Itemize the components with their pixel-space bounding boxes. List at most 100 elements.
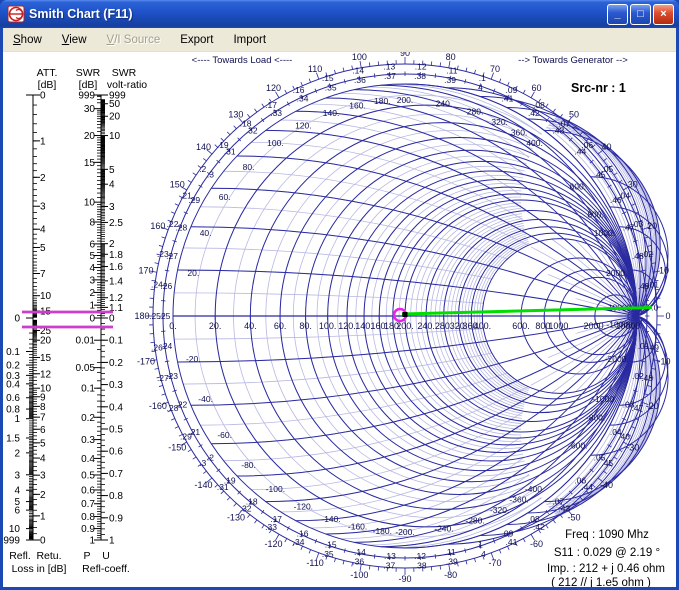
volt-title: SWR	[112, 67, 137, 79]
caption-retu: Retu.	[36, 550, 61, 562]
svg-text:1000.: 1000.	[548, 321, 571, 331]
svg-text:-120.: -120.	[294, 502, 313, 512]
svg-text:.44: .44	[574, 146, 586, 156]
window-title: Smith Chart (F11)	[29, 7, 133, 21]
svg-text:.47: .47	[623, 222, 635, 232]
svg-text:0.8: 0.8	[109, 491, 123, 502]
svg-text:1.8: 1.8	[109, 250, 123, 261]
svg-text:.3: .3	[199, 458, 206, 468]
svg-text:.13: .13	[384, 551, 396, 561]
svg-text:-90: -90	[398, 574, 411, 584]
svg-text:80.: 80.	[299, 321, 312, 331]
caption-u: U	[102, 550, 110, 562]
svg-text:2000.: 2000.	[606, 268, 627, 278]
svg-text:.28: .28	[175, 222, 187, 232]
svg-text:.23: .23	[166, 371, 178, 381]
svg-text:10: 10	[40, 291, 52, 302]
svg-text:-140.: -140.	[321, 514, 340, 524]
smith-chart[interactable]: -170-160-150-140-130-120-110-100 -90 -80-7…	[134, 48, 670, 584]
svg-text:0.6: 0.6	[81, 485, 95, 496]
svg-text:.35: .35	[322, 549, 334, 559]
svg-text:.08: .08	[528, 514, 540, 524]
svg-text:0.05: 0.05	[76, 363, 96, 374]
svg-text:0: 0	[89, 314, 95, 325]
svg-text:-160: -160	[149, 401, 167, 411]
svg-text:1000.: 1000.	[594, 228, 615, 238]
svg-text:6: 6	[89, 239, 95, 250]
svg-text:3: 3	[40, 471, 46, 482]
title-bar[interactable]: Smith Chart (F11) _ □ ×	[0, 0, 679, 28]
svg-text:90: 90	[400, 52, 410, 58]
svg-text:-360.: -360.	[509, 494, 528, 504]
svg-text:800.: 800.	[587, 209, 604, 219]
svg-text:0: 0	[40, 91, 46, 102]
svg-text:320.: 320.	[491, 117, 508, 127]
svg-text:30: 30	[84, 104, 96, 115]
minimize-button[interactable]: _	[607, 3, 628, 25]
svg-text:.29: .29	[188, 195, 200, 205]
svg-text:0.1: 0.1	[109, 336, 123, 347]
svg-text:-1000.: -1000.	[592, 394, 616, 404]
svg-text:.32: .32	[246, 126, 258, 136]
svg-text:170: 170	[138, 265, 153, 275]
svg-text:.27: .27	[166, 251, 178, 261]
svg-text:-600.: -600.	[568, 441, 587, 451]
svg-text:-170: -170	[137, 357, 155, 367]
svg-text:0.4: 0.4	[109, 402, 123, 413]
menu-item-show[interactable]: Show	[3, 31, 52, 49]
svg-text:.41: .41	[506, 537, 518, 547]
svg-text:2: 2	[89, 288, 95, 299]
svg-text:.43: .43	[552, 126, 564, 136]
svg-text:.45: .45	[594, 170, 606, 180]
svg-text:1.4: 1.4	[109, 276, 123, 287]
svg-text:.24: .24	[160, 341, 172, 351]
svg-text:.34: .34	[293, 537, 305, 547]
menu-item-import[interactable]: Import	[223, 31, 276, 49]
svg-text:80: 80	[446, 52, 456, 62]
svg-text:50: 50	[109, 99, 121, 110]
svg-text:-150: -150	[168, 443, 186, 453]
svg-text:400.: 400.	[474, 321, 492, 331]
svg-text:.03: .03	[623, 400, 635, 410]
svg-text:.34: .34	[297, 93, 309, 103]
caption-p: P	[83, 550, 90, 562]
svg-text:0.3: 0.3	[109, 380, 123, 391]
svg-text:0.9: 0.9	[109, 513, 123, 524]
svg-text:.17: .17	[270, 514, 282, 524]
svg-text:2000.: 2000.	[584, 321, 607, 331]
svg-text:.11: .11	[444, 547, 455, 557]
svg-text:0.8: 0.8	[81, 512, 95, 523]
menu-item-view[interactable]: View	[52, 31, 97, 49]
svg-text:.46: .46	[610, 195, 622, 205]
svg-text:-200.: -200.	[395, 527, 414, 537]
svg-text:.37: .37	[384, 71, 396, 81]
menu-item-export[interactable]: Export	[170, 31, 223, 49]
close-button[interactable]: ×	[653, 3, 674, 25]
svg-text:60.: 60.	[274, 321, 287, 331]
svg-text:.12: .12	[414, 551, 426, 561]
s11-marker[interactable]	[392, 307, 408, 323]
maximize-button[interactable]: □	[630, 3, 651, 25]
att-unit: [dB]	[38, 79, 57, 91]
svg-text:-30: -30	[626, 443, 639, 453]
menu-bar: Show View V/I Source Export Import	[3, 28, 676, 52]
svg-text:3: 3	[109, 202, 115, 213]
svg-text:-280.: -280.	[465, 515, 484, 525]
svg-text:-110: -110	[306, 558, 323, 568]
svg-text:30: 30	[628, 180, 638, 190]
svg-text:20: 20	[84, 131, 96, 142]
att-title: ATT.	[37, 67, 58, 79]
svg-text:0.7: 0.7	[109, 469, 123, 480]
svg-text:10: 10	[84, 198, 96, 209]
src-nr-label: Src-nr : 1	[571, 81, 626, 95]
svg-text:.37: .37	[383, 561, 395, 571]
svg-text:0.7: 0.7	[81, 499, 95, 510]
svg-text:-160.: -160.	[348, 522, 367, 532]
svg-text:100.: 100.	[319, 321, 337, 331]
svg-text:40: 40	[601, 142, 611, 152]
svg-text:180.: 180.	[374, 96, 391, 106]
svg-text:20: 20	[40, 336, 52, 347]
svg-text:0.3: 0.3	[81, 435, 95, 446]
swr-title: SWR	[76, 67, 101, 79]
svg-text:1: 1	[89, 301, 95, 312]
